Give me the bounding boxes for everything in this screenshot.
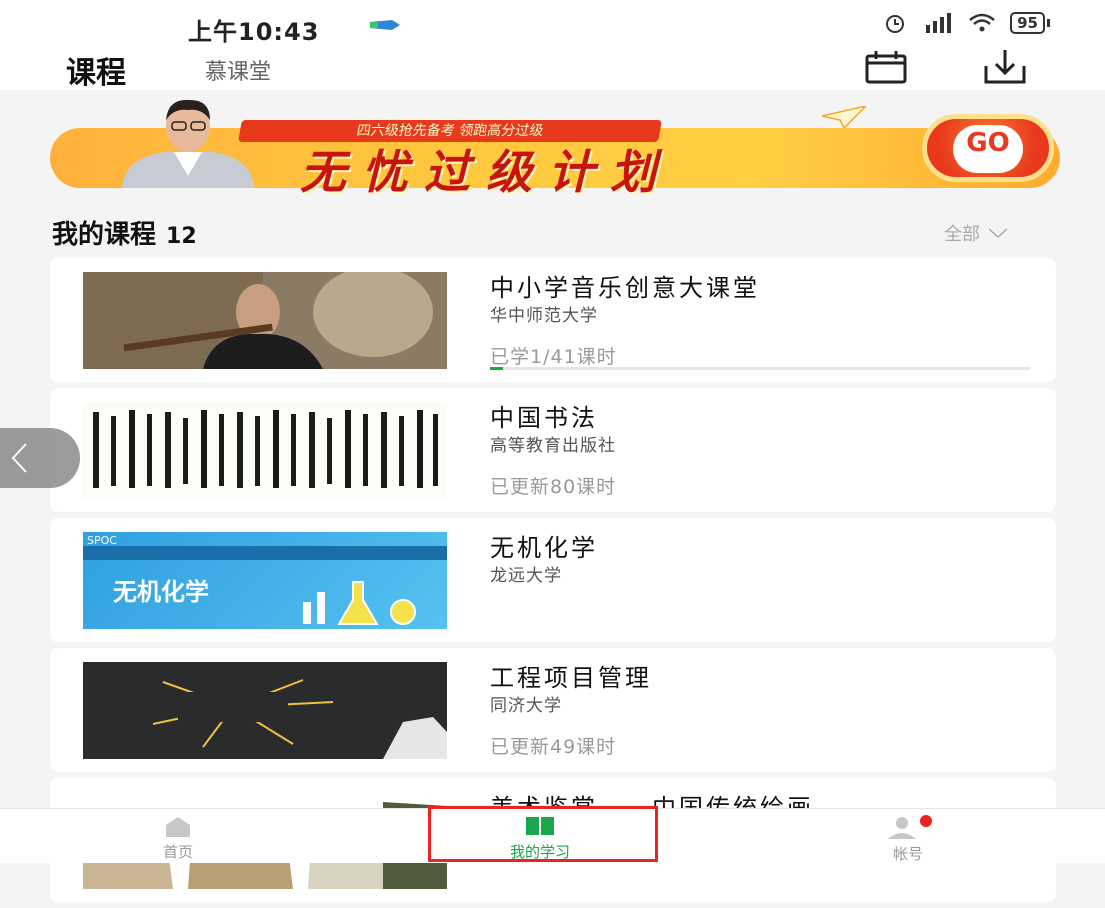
go-label: GO — [966, 128, 1010, 158]
course-thumbnail-calligraphy — [83, 402, 447, 499]
section-title: 我的课程 — [52, 220, 157, 250]
course-school: 同济大学 — [490, 696, 562, 716]
course-count: 12 — [166, 224, 197, 249]
course-school: 高等教育出版社 — [490, 436, 616, 456]
course-title: 中小学音乐创意大课堂 — [490, 274, 760, 302]
course-progress-text: 已学1/41课时 — [490, 346, 617, 368]
chevron-left-icon — [11, 443, 27, 473]
course-progress-text: 已更新49课时 — [490, 736, 617, 758]
location-icon — [370, 20, 400, 30]
tab-mooc-classroom[interactable]: 慕课堂 — [205, 54, 271, 86]
course-thumbnail-music — [83, 272, 447, 369]
course-card[interactable]: 工程项目管理 同济大学 已更新49课时 — [50, 648, 1056, 772]
highlight-box — [428, 806, 658, 862]
course-progress-text: 已更新80课时 — [490, 476, 617, 498]
filter-label: 全部 — [944, 224, 980, 245]
paper-plane-icon — [822, 106, 866, 128]
status-time: 上午10:43 — [188, 18, 320, 46]
course-title: 中国书法 — [490, 404, 598, 432]
account-icon — [888, 815, 932, 839]
progress-bar — [490, 367, 1030, 370]
filter-dropdown[interactable]: 全部 — [944, 220, 1008, 246]
status-bar: 上午10:43 95 — [0, 0, 1105, 48]
wifi-icon — [969, 13, 995, 32]
flask-icon — [303, 581, 416, 625]
banner-headline: 无忧过级计划 — [300, 145, 672, 199]
calendar-icon[interactable] — [864, 50, 908, 84]
course-card[interactable]: SPOC 无机化学 无机化学 龙远大学 — [50, 518, 1056, 642]
chevron-down-icon — [988, 228, 1008, 238]
alarm-icon — [886, 15, 905, 33]
side-back-tab[interactable] — [0, 428, 80, 488]
home-icon — [166, 817, 190, 837]
go-arrows: >>>> — [969, 162, 1007, 175]
download-icon[interactable] — [982, 48, 1028, 86]
my-courses-heading: 我的课程 12 — [52, 214, 197, 251]
thumbnail-text: 无机化学 — [113, 578, 209, 606]
nav-home-label: 首页 — [162, 843, 193, 861]
page-title: 课程 — [66, 56, 126, 91]
course-card[interactable]: 中小学音乐创意大课堂 华中师范大学 已学1/41课时 — [50, 258, 1056, 382]
battery-icon: 95 — [1010, 12, 1050, 34]
course-thumbnail-management — [83, 662, 447, 759]
course-title: 无机化学 — [490, 534, 598, 562]
battery-level: 95 — [1010, 12, 1045, 34]
signal-icon — [926, 13, 952, 33]
go-button[interactable]: GO >>>> — [922, 114, 1054, 182]
course-thumbnail-chemistry: SPOC 无机化学 — [83, 532, 447, 629]
course-school: 华中师范大学 — [490, 306, 598, 326]
course-card[interactable]: 中国书法 高等教育出版社 已更新80课时 — [50, 388, 1056, 512]
nav-home[interactable]: 首页 — [148, 815, 208, 862]
app-header: 课程 慕课堂 — [0, 48, 1105, 91]
lecturer-photo — [122, 99, 254, 188]
course-school: 龙远大学 — [490, 566, 562, 586]
promo-banner[interactable]: 四六级抢先备考 领跑高分过级 无忧过级计划 GO >>>> — [50, 96, 1060, 199]
nav-account-label: 帐号 — [892, 845, 923, 863]
status-icons: 95 — [884, 12, 1050, 34]
nav-account[interactable]: 帐号 — [868, 815, 948, 864]
course-title: 工程项目管理 — [490, 664, 652, 692]
